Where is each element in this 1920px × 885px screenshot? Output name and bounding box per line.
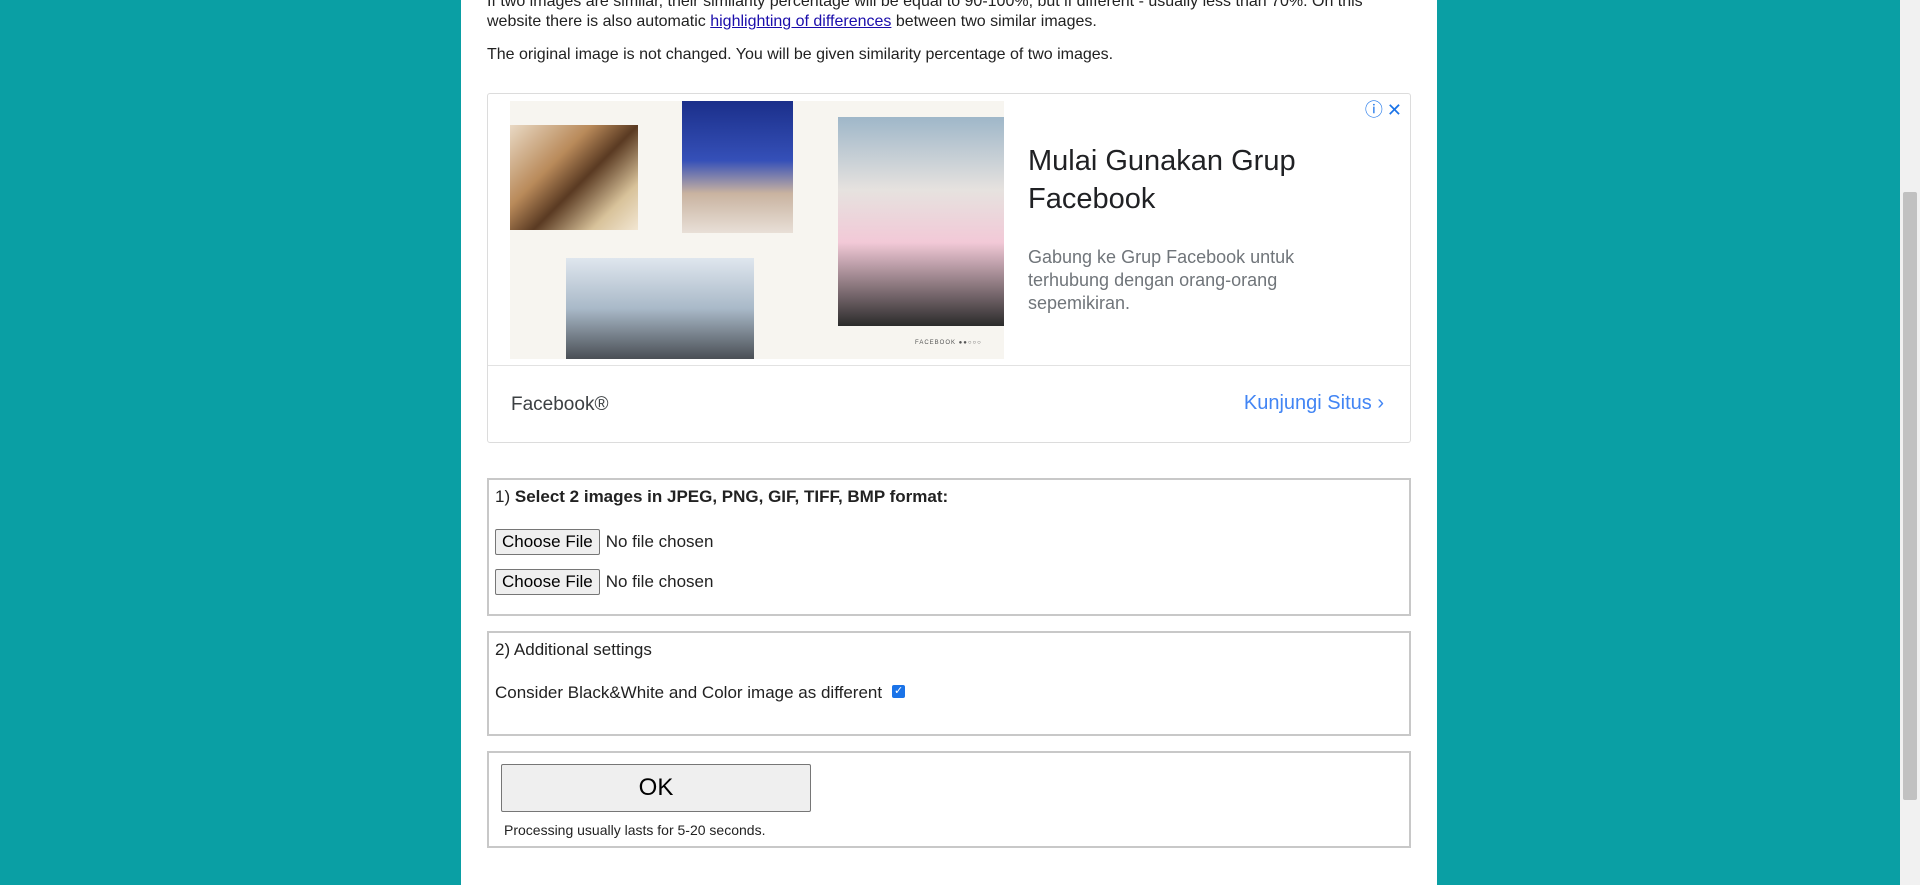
facebook-ad[interactable]: FACEBOOK ●●○○○ ⓘ ✕ Mulai Gunakan Grup Fac… <box>487 93 1411 443</box>
info-icon[interactable]: ⓘ <box>1365 100 1383 120</box>
bw-color-checkbox[interactable]: ✓ <box>892 684 906 698</box>
ad-description: Gabung ke Grup Facebook untuk terhubung … <box>1028 247 1295 313</box>
ok-button[interactable]: OK <box>501 764 811 812</box>
ad-dance-photo <box>566 258 754 359</box>
intro-paragraph: If two images are similar, their similar… <box>487 0 1411 32</box>
ad-controls: ⓘ ✕ <box>1361 96 1402 122</box>
ad-headline[interactable]: Mulai Gunakan Grup Facebook <box>1028 142 1328 218</box>
main-page: If two images are similar, their similar… <box>461 0 1437 885</box>
chevron-right-icon: › <box>1377 392 1384 414</box>
submit-panel: OK Processing usually lasts for 5-20 sec… <box>487 751 1411 848</box>
intro-line1: If two images are similar, their similar… <box>487 0 1363 10</box>
ad-divider <box>488 365 1410 366</box>
intro-line2-end: between two similar images. <box>891 13 1097 30</box>
choose-file-button-2[interactable]: Choose File <box>495 569 600 595</box>
visit-site-link[interactable]: Kunjungi Situs › <box>1244 392 1384 415</box>
step1-title: Select 2 images in JPEG, PNG, GIF, TIFF,… <box>514 487 949 506</box>
step1-number: 1) <box>495 487 511 506</box>
select-images-panel: 1) Select 2 images in JPEG, PNG, GIF, TI… <box>487 478 1411 616</box>
processing-note: Processing usually lasts for 5-20 second… <box>504 822 766 838</box>
ad-image-caption: FACEBOOK ●●○○○ <box>915 340 982 346</box>
original-note: The original image is not changed. You w… <box>487 46 1114 63</box>
ad-cosplay-photo <box>838 117 1004 326</box>
visit-site-label: Kunjungi Situs <box>1243 392 1372 414</box>
highlighting-link[interactable]: highlighting of differences <box>710 13 891 30</box>
file-status-1: No file chosen <box>605 532 714 551</box>
file-input-2: Choose File No file chosen <box>495 569 713 595</box>
ad-couple-photo <box>682 101 793 233</box>
additional-settings-title: 2) Additional settings <box>495 640 652 659</box>
close-icon[interactable]: ✕ <box>1387 100 1402 120</box>
intro-line2-start: website there is also automatic <box>487 13 711 30</box>
scrollbar-thumb[interactable] <box>1903 192 1917 800</box>
page-scrollbar[interactable] <box>1900 0 1920 885</box>
choose-file-button-1[interactable]: Choose File <box>495 529 600 555</box>
ad-food-photo <box>510 125 638 230</box>
file-status-2: No file chosen <box>605 572 714 591</box>
bw-color-setting: Consider Black&White and Color image as … <box>495 683 906 703</box>
select-images-title: 1) Select 2 images in JPEG, PNG, GIF, TI… <box>495 487 948 507</box>
additional-settings-panel: 2) Additional settings Consider Black&Wh… <box>487 631 1411 736</box>
ad-brand: Facebook® <box>511 394 609 415</box>
bw-color-label: Consider Black&White and Color image as … <box>495 683 883 702</box>
file-input-1: Choose File No file chosen <box>495 529 713 555</box>
